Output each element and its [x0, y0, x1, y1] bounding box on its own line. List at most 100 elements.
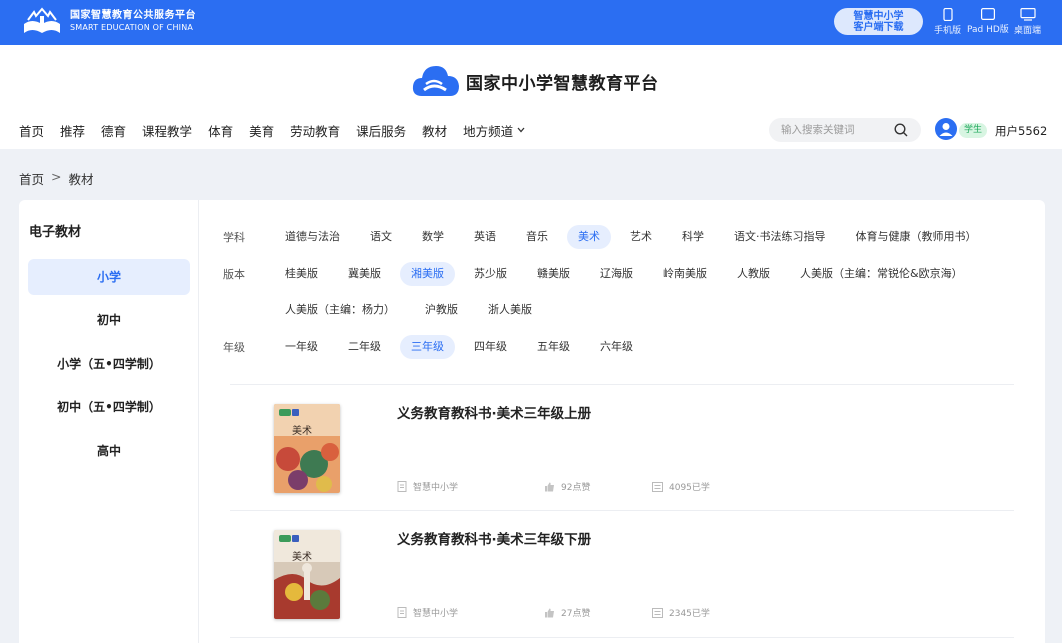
subject-chip[interactable]: 音乐: [515, 225, 559, 249]
role-badge: 学生: [959, 123, 988, 138]
content-card: 电子教材 小学 初中 小学（五•四学制） 初中（五•四学制） 高中 学科 道德与…: [19, 200, 1045, 643]
book-item[interactable]: 美术 义务教育教科书·美术三年级下册 智慧中小学 27点赞 2345已学: [230, 511, 1014, 637]
nav-sports[interactable]: 体育: [208, 121, 233, 140]
main-nav: 首页 推荐 德育 课程教学 体育 美育 劳动教育 课后服务 教材 地方频道: [19, 121, 541, 140]
book-title[interactable]: 义务教育教科书·美术三年级上册: [397, 402, 591, 422]
version-chip[interactable]: 岭南美版: [652, 262, 718, 286]
book-title[interactable]: 义务教育教科书·美术三年级下册: [397, 528, 591, 548]
book-likes-text: 27点赞: [561, 609, 591, 619]
device-desktop[interactable]: 桌面端: [1014, 8, 1041, 36]
site-header: 国家中小学智慧教育平台 首页 推荐 德育 课程教学 体育 美育 劳动教育 课后服…: [0, 45, 1062, 149]
grade-chip[interactable]: 二年级: [337, 335, 392, 359]
sidebar-item-junior-54[interactable]: 初中（五•四学制）: [28, 389, 190, 425]
cover-title: 美术: [292, 424, 312, 437]
cover-title: 美术: [292, 550, 312, 563]
grade-chip[interactable]: 一年级: [274, 335, 329, 359]
version-chip[interactable]: 沪教版: [414, 298, 469, 322]
learners-icon: [652, 481, 663, 492]
document-icon: [397, 481, 407, 492]
subject-chip[interactable]: 艺术: [619, 225, 663, 249]
filter-subject-label: 学科: [223, 231, 245, 244]
subject-chip[interactable]: 英语: [463, 225, 507, 249]
nav-after-school[interactable]: 课后服务: [356, 121, 406, 140]
platform-logo[interactable]: 国家智慧教育公共服务平台 SMART EDUCATION OF CHINA: [20, 6, 196, 36]
book-source: 智慧中小学: [397, 480, 458, 493]
grade-chip[interactable]: 六年级: [589, 335, 644, 359]
filter-version-row: 版本 桂美版 冀美版 湘美版 苏少版 赣美版 辽海版 岭南美版 人教版 人美版（…: [223, 262, 982, 286]
filter-subject-row: 学科 道德与法治 语文 数学 英语 音乐 美术 艺术 科学 语文·书法练习指导 …: [223, 225, 996, 249]
sidebar-item-junior[interactable]: 初中: [28, 302, 190, 338]
device-desktop-label: 桌面端: [1014, 26, 1042, 36]
book-source: 智慧中小学: [397, 606, 458, 619]
grade-chip[interactable]: 四年级: [463, 335, 518, 359]
brand[interactable]: 国家中小学智慧教育平台: [412, 62, 659, 100]
nav-moral[interactable]: 德育: [101, 121, 126, 140]
device-pad-label: Pad HD版: [967, 25, 1009, 35]
subject-chip[interactable]: 道德与法治: [274, 225, 351, 249]
nav-local-channel-label: 地方频道: [463, 124, 514, 139]
subject-chip[interactable]: 语文: [359, 225, 403, 249]
version-chip[interactable]: 人教版: [726, 262, 781, 286]
book-cover-image[interactable]: 美术: [274, 530, 340, 619]
thumbs-up-icon: [545, 482, 554, 491]
sidebar-item-primary-54[interactable]: 小学（五•四学制）: [28, 346, 190, 382]
download-line2: 客户端下载: [853, 22, 904, 33]
subject-chip[interactable]: 科学: [671, 225, 715, 249]
version-chip[interactable]: 苏少版: [463, 262, 518, 286]
version-chip[interactable]: 桂美版: [274, 262, 329, 286]
thumbs-up-icon: [545, 608, 554, 617]
client-download-button[interactable]: 智慧中小学 客户端下载: [834, 8, 923, 35]
tablet-icon: [980, 8, 995, 20]
subject-chip[interactable]: 体育与健康（教师用书）: [845, 225, 988, 249]
version-chip[interactable]: 浙人美版: [477, 298, 543, 322]
brand-title: 国家中小学智慧教育平台: [466, 73, 659, 94]
breadcrumb-home[interactable]: 首页: [19, 169, 44, 188]
breadcrumb: 首页 > 教材: [19, 169, 94, 188]
filter-version-label: 版本: [223, 268, 245, 281]
version-chip[interactable]: 赣美版: [526, 262, 581, 286]
avatar[interactable]: [935, 118, 957, 140]
desktop-icon: [1019, 8, 1036, 21]
version-chip[interactable]: 人美版（主编：杨力）: [274, 298, 406, 322]
device-phone[interactable]: 手机版: [934, 8, 961, 36]
grade-chip-selected[interactable]: 三年级: [400, 335, 455, 359]
nav-courses[interactable]: 课程教学: [142, 121, 192, 140]
filter-grade-label: 年级: [223, 341, 245, 354]
version-chip[interactable]: 冀美版: [337, 262, 392, 286]
book-logo-icon: [24, 7, 60, 33]
book-source-text: 智慧中小学: [413, 483, 459, 493]
subject-chip[interactable]: 数学: [411, 225, 455, 249]
device-pad[interactable]: Pad HD版: [967, 8, 1009, 35]
grade-chip[interactable]: 五年级: [526, 335, 581, 359]
book-likes: 27点赞: [544, 606, 590, 619]
sidebar-item-senior[interactable]: 高中: [28, 433, 190, 469]
learners-icon: [652, 607, 663, 618]
nav-recommend[interactable]: 推荐: [60, 121, 85, 140]
nav-home[interactable]: 首页: [19, 121, 44, 140]
nav-labor[interactable]: 劳动教育: [290, 121, 340, 140]
top-bar: 国家智慧教育公共服务平台 SMART EDUCATION OF CHINA 智慧…: [0, 0, 1062, 45]
divider: [230, 637, 1014, 638]
breadcrumb-current: 教材: [68, 172, 94, 187]
book-cover-image[interactable]: 美术: [274, 404, 340, 493]
subject-chip[interactable]: 语文·书法练习指导: [723, 225, 837, 249]
download-line1: 智慧中小学: [853, 11, 904, 22]
logo-title-en: SMART EDUCATION OF CHINA: [70, 22, 194, 32]
cloud-logo-icon: [412, 66, 459, 96]
sidebar-item-primary[interactable]: 小学: [28, 259, 190, 295]
book-learners-text: 4095已学: [669, 483, 710, 493]
sidebar-title: 电子教材: [29, 225, 82, 240]
search-icon[interactable]: [894, 123, 908, 137]
book-item[interactable]: 美术 义务教育教科书·美术三年级上册 智慧中小学 92点赞 4095已学: [230, 385, 1014, 511]
filter-version-row-2: 人美版（主编：杨力） 沪教版 浙人美版: [274, 298, 551, 322]
book-learners-text: 2345已学: [669, 609, 710, 619]
nav-arts[interactable]: 美育: [249, 121, 274, 140]
version-chip-selected[interactable]: 湘美版: [400, 262, 455, 286]
version-chip[interactable]: 辽海版: [589, 262, 644, 286]
nav-textbooks[interactable]: 教材: [422, 121, 447, 140]
logo-title-cn: 国家智慧教育公共服务平台: [70, 9, 196, 21]
version-chip[interactable]: 人美版（主编：常锐伦&欧京海）: [789, 262, 974, 286]
username[interactable]: 用户5562: [995, 123, 1047, 139]
nav-local-channel[interactable]: 地方频道: [463, 121, 525, 140]
subject-chip-selected[interactable]: 美术: [567, 225, 611, 249]
